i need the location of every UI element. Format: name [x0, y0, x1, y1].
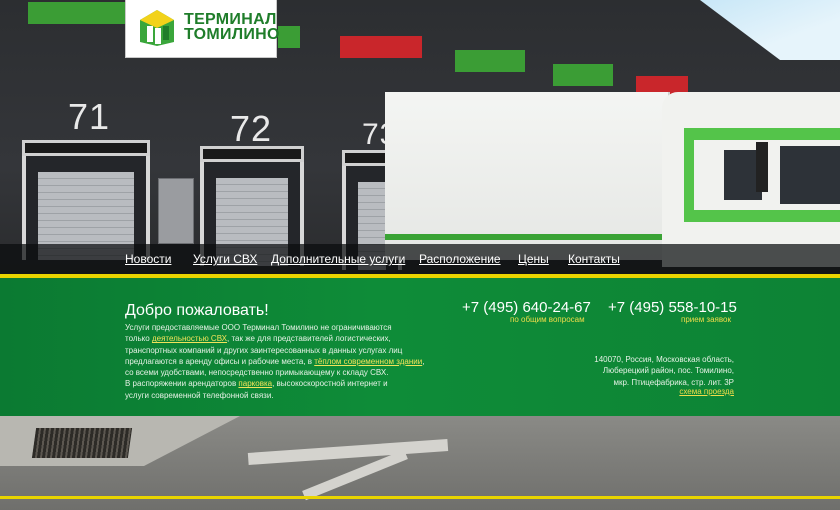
- intro-text: , так же для представителей логистически…: [227, 334, 391, 344]
- wall-stripe: [278, 26, 300, 48]
- wall-stripe: [553, 64, 613, 86]
- directions-map-link[interactable]: схема проезда: [679, 387, 734, 396]
- svh-activity-link[interactable]: деятельностью СВХ: [152, 334, 227, 343]
- intro-text: транспортных компаний и других заинтерес…: [125, 345, 403, 355]
- address-line: 140070, Россия, Московская область,: [594, 355, 734, 364]
- logo-text: ТЕРМИНАЛ ТОМИЛИНО: [184, 11, 280, 43]
- warehouse-logo-icon: [140, 10, 174, 46]
- cab-windshield: [780, 146, 840, 204]
- phone-orders-note: прием заявок: [681, 315, 731, 324]
- cab-stripe: [684, 140, 694, 210]
- dock-number: 72: [230, 108, 273, 149]
- main-nav: Новости Услуги СВХ Дополнительные услуги…: [0, 244, 840, 274]
- nav-prices[interactable]: Цены: [518, 252, 549, 266]
- wall-stripe: [28, 2, 128, 24]
- intro-text: только: [125, 334, 152, 344]
- phone-general: +7 (495) 640-24-67: [462, 299, 591, 316]
- intro-text: ,: [422, 356, 425, 366]
- intro-text: , высокоскоростной интернет и: [272, 379, 388, 389]
- phone-general-note: по общим вопросам: [510, 315, 585, 324]
- footer-divider: [0, 496, 840, 499]
- nav-location[interactable]: Расположение: [419, 252, 501, 266]
- trailer-stripe: [385, 234, 670, 240]
- dock-number: 71: [68, 96, 111, 137]
- parking-link[interactable]: парковка: [238, 379, 272, 388]
- sky: [700, 0, 840, 60]
- cab-stripe: [684, 128, 840, 140]
- intro-text: Услуги предоставляемые ООО Терминал Томи…: [125, 323, 392, 332]
- address: 140070, Россия, Московская область, Любе…: [594, 354, 734, 388]
- building-link[interactable]: тёплом современном здании: [314, 357, 422, 366]
- dock-bumper: [22, 140, 150, 156]
- truck-cab: [662, 92, 840, 267]
- truck-trailer: [385, 92, 670, 260]
- cab-mirror: [756, 142, 768, 192]
- control-box: [158, 178, 194, 244]
- intro-text: со всеми удобствами, непосредственно при…: [125, 368, 389, 378]
- wall-stripe: [340, 36, 422, 58]
- intro-text: услуги современной телефонной связи.: [125, 390, 274, 400]
- site-logo[interactable]: ТЕРМИНАЛ ТОМИЛИНО: [125, 0, 280, 58]
- welcome-text: Услуги предоставляемые ООО Терминал Томи…: [125, 322, 445, 401]
- welcome-title: Добро пожаловать!: [125, 302, 269, 319]
- intro-text: В распоряжении арендаторов: [125, 379, 239, 389]
- phone-orders: +7 (495) 558-10-15: [608, 299, 737, 316]
- storm-drain: [31, 428, 133, 458]
- logo-line-2: ТОМИЛИНО: [184, 26, 280, 43]
- dock-bumper: [200, 146, 304, 162]
- cab-stripe: [684, 210, 840, 222]
- nav-additional-services[interactable]: Дополнительные услуги: [271, 252, 405, 266]
- intro-text: предлагаются в аренду офисы и рабочие ме…: [125, 356, 315, 366]
- address-line: Люберецкий район, пос. Томилино,: [602, 366, 734, 376]
- nav-svh-services[interactable]: Услуги СВХ: [193, 252, 257, 266]
- logo-line-1: ТЕРМИНАЛ: [184, 11, 277, 28]
- nav-news[interactable]: Новости: [125, 252, 171, 266]
- nav-contacts[interactable]: Контакты: [568, 252, 620, 266]
- wall-stripe: [455, 50, 525, 72]
